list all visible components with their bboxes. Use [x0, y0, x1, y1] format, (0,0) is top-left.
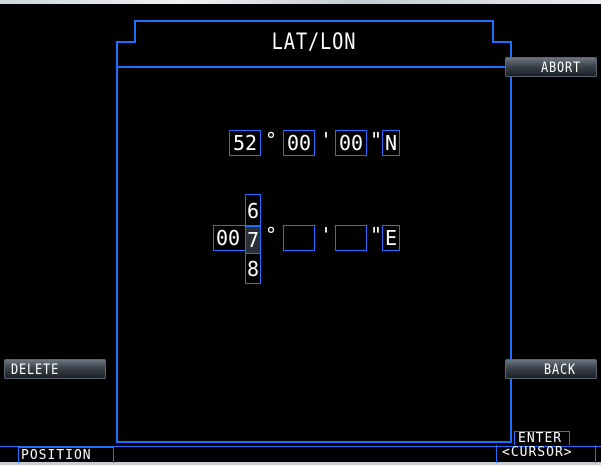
digit-scroller[interactable]: 6 7 8	[245, 194, 261, 284]
lon-minute-symbol: '	[320, 223, 333, 247]
abort-label: ABORT	[540, 60, 581, 76]
lon-hemisphere-field[interactable]: E	[382, 225, 400, 251]
lat-second-symbol: "	[370, 128, 383, 152]
scroll-next-digit: 8	[246, 257, 260, 281]
lon-degree-symbol: °	[265, 223, 278, 247]
back-label: BACK	[544, 362, 577, 378]
enter-cursor-softkey[interactable]: ENTER <CURSOR>	[496, 431, 596, 463]
abort-button[interactable]: ABORT	[505, 57, 597, 77]
lat-minute-symbol: '	[320, 128, 333, 152]
lon-minutes-field[interactable]	[283, 225, 315, 251]
position-softkey[interactable]: POSITION	[18, 447, 114, 463]
cursor-label: <CURSOR>	[502, 445, 573, 460]
position-label: POSITION	[21, 448, 92, 463]
top-bezel-strip	[0, 0, 601, 4]
lat-hemisphere-field[interactable]: N	[382, 130, 400, 156]
active-digit[interactable]: 7	[246, 226, 260, 254]
back-button[interactable]: BACK	[505, 359, 597, 379]
delete-label: DELETE	[11, 362, 60, 378]
lat-seconds-field[interactable]: 00	[335, 130, 367, 156]
page-title: LAT/LON	[271, 30, 357, 55]
lon-second-symbol: "	[370, 223, 383, 247]
enter-label: ENTER	[518, 431, 563, 446]
lon-seconds-field[interactable]	[335, 225, 367, 251]
scroll-prev-digit: 6	[246, 199, 260, 223]
lat-degrees-field[interactable]: 52	[229, 130, 261, 156]
delete-button[interactable]: DELETE	[4, 359, 106, 379]
lat-degree-symbol: °	[265, 128, 278, 152]
lon-degrees-prefix: 00	[216, 226, 241, 250]
lat-minutes-field[interactable]: 00	[283, 130, 315, 156]
